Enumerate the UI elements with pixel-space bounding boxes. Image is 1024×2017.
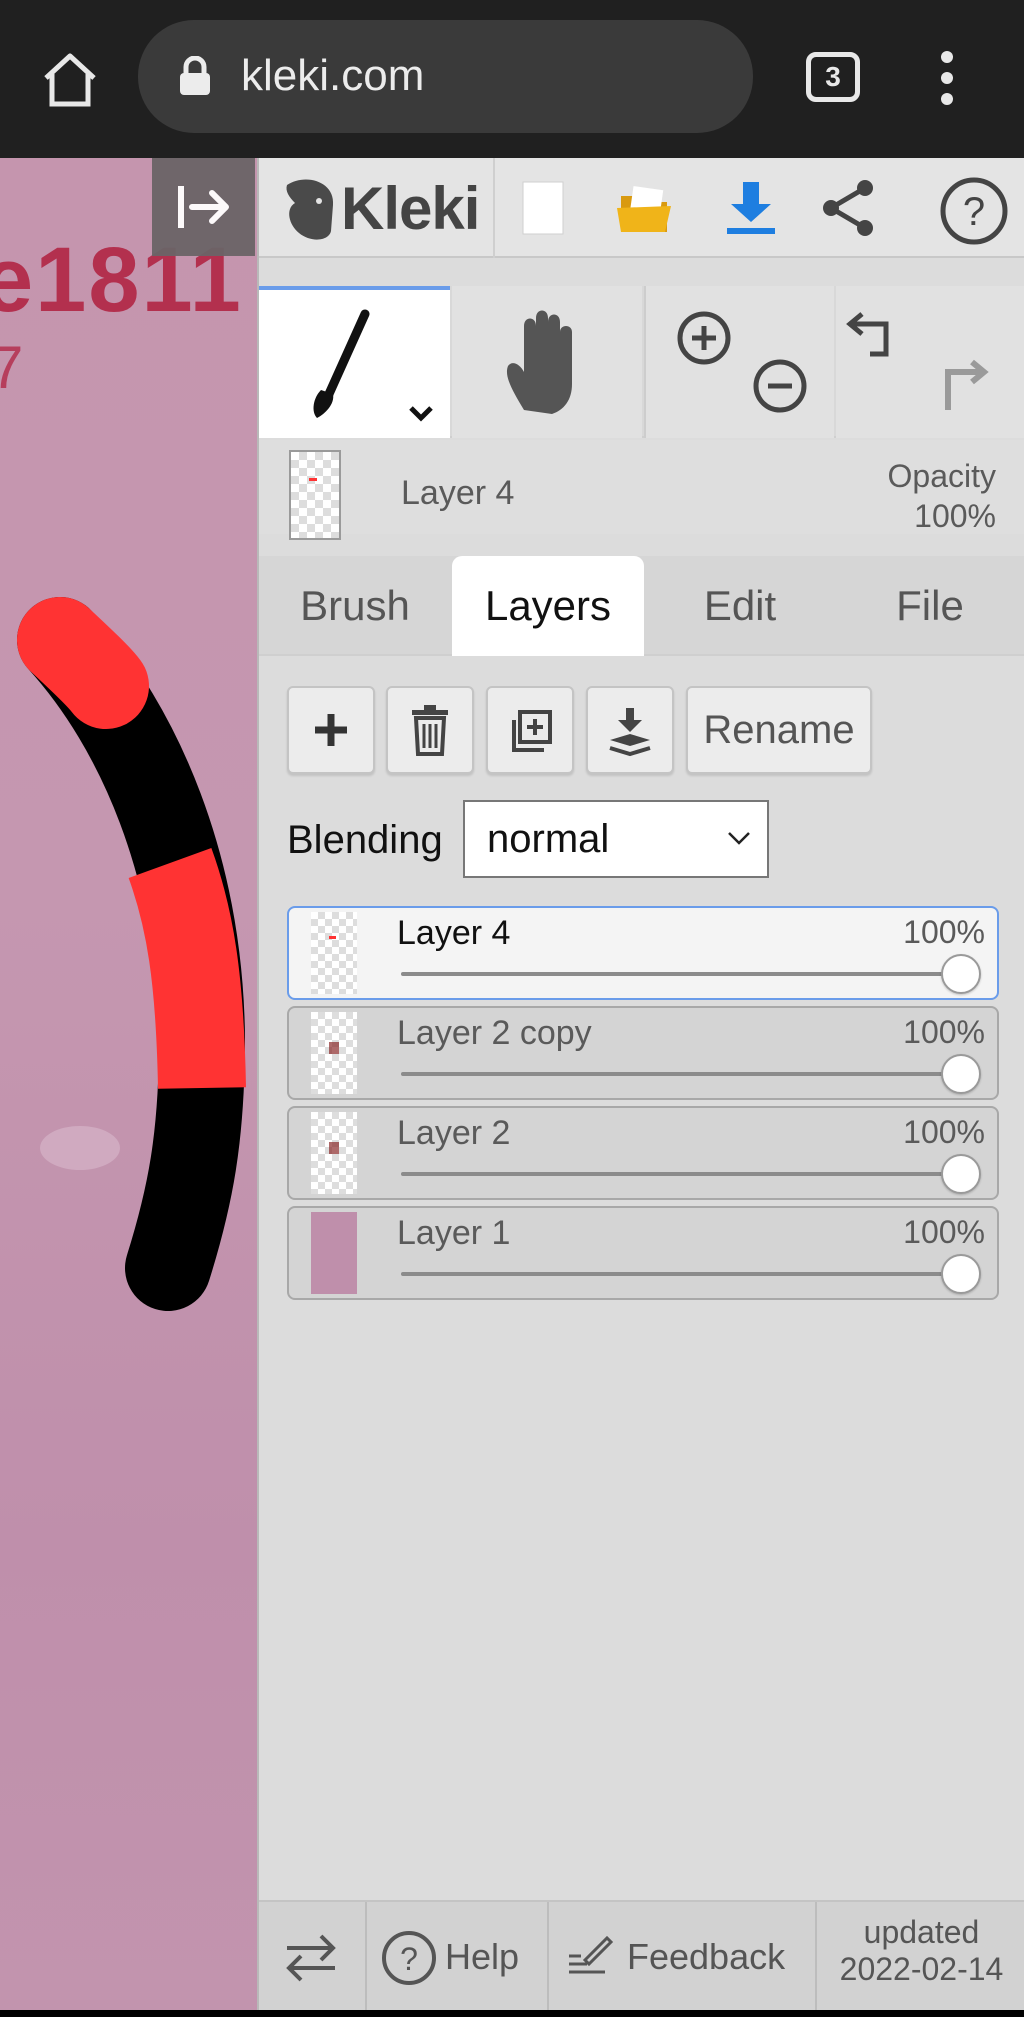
layer-thumbnail — [311, 912, 357, 994]
trash-icon — [412, 705, 448, 756]
layer-thumbnail — [311, 1212, 357, 1294]
arrow-right-bar-icon — [178, 186, 229, 228]
redo-icon — [945, 359, 989, 410]
download-icon[interactable] — [719, 176, 783, 240]
layer-row[interactable]: Layer 2 100% — [287, 1106, 999, 1200]
opacity-slider-handle[interactable] — [941, 954, 981, 994]
zoom-controls — [644, 286, 834, 438]
zoom-in-icon — [677, 311, 731, 365]
help-circle-icon: ? — [382, 1931, 436, 1985]
brush-stroke — [17, 597, 246, 1311]
paintbrush-icon — [313, 309, 433, 422]
layer-name: Layer 2 — [397, 1114, 511, 1152]
blending-select[interactable]: normal — [463, 800, 769, 878]
divider — [493, 158, 495, 258]
tool-panel: Kleki ? Layer 4 Opacity 100% Brush Layer… — [257, 158, 1024, 2012]
share-icon[interactable] — [817, 176, 881, 240]
add-layer-button[interactable] — [287, 686, 375, 774]
pen-lines-icon — [569, 1935, 614, 1974]
kleki-logo-icon — [286, 179, 334, 240]
opacity-value: 100% — [914, 498, 996, 534]
layer-name: Layer 1 — [397, 1214, 511, 1252]
help-circle-icon[interactable]: ? — [939, 176, 1008, 245]
plus-icon — [315, 714, 347, 746]
browser-toolbar: kleki.com 3 — [0, 0, 1024, 158]
opacity-slider-track[interactable] — [401, 972, 961, 976]
hand-icon — [506, 310, 572, 414]
svg-text:?: ? — [963, 190, 985, 234]
new-image-icon[interactable] — [511, 176, 575, 240]
tab-edit[interactable]: Edit — [644, 556, 836, 656]
merge-down-button[interactable] — [586, 686, 674, 774]
tab-layers[interactable]: Layers — [452, 556, 644, 656]
open-folder-icon[interactable] — [613, 176, 677, 240]
opacity-label: Opacity — [887, 458, 996, 494]
svg-text:?: ? — [400, 1941, 418, 1977]
updated-date: 2022-02-14 — [839, 1951, 1004, 1987]
chevron-down-icon — [728, 832, 750, 845]
layer-thumbnail — [311, 1112, 357, 1194]
duplicate-layer-button[interactable] — [486, 686, 574, 774]
opacity-slider-track[interactable] — [401, 1072, 961, 1076]
merge-layers-icon — [609, 708, 651, 757]
layer-name: Layer 4 — [397, 914, 511, 952]
hand-tool-button[interactable] — [452, 286, 642, 438]
layer-opacity: 100% — [903, 1014, 985, 1050]
opacity-slider-track[interactable] — [401, 1172, 961, 1176]
current-layer-thumbnail — [289, 450, 341, 540]
system-nav-bar — [0, 2010, 1024, 2017]
undo-icon — [846, 312, 889, 357]
updated-info: updated 2022-02-14 — [817, 1902, 1024, 2012]
brush-tool-button[interactable] — [259, 286, 450, 438]
panel-tabs: Brush Layers Edit File — [259, 556, 1024, 656]
current-layer-name: Layer 4 — [401, 474, 515, 512]
layer-opacity: 100% — [903, 1114, 985, 1150]
zoom-out-icon — [753, 359, 807, 413]
url-text: kleki.com — [241, 51, 425, 100]
kleki-logo[interactable]: Kleki — [281, 170, 480, 246]
help-label: Help — [445, 1936, 520, 1977]
swap-side-button[interactable] — [259, 1902, 365, 2012]
drawing-canvas[interactable]: e1811 7 — [0, 158, 257, 2010]
help-button[interactable]: ? Help — [367, 1902, 547, 2012]
opacity-slider-track[interactable] — [401, 1272, 961, 1276]
tab-brush[interactable]: Brush — [259, 556, 451, 656]
current-layer-info: Layer 4 Opacity 100% — [259, 440, 1024, 540]
collapse-panel-button[interactable] — [152, 158, 255, 256]
delete-layer-button[interactable] — [386, 686, 474, 774]
rename-layer-button[interactable]: Rename — [686, 686, 872, 774]
home-icon[interactable] — [38, 48, 102, 112]
more-menu-icon[interactable] — [930, 48, 964, 108]
tool-selector — [259, 286, 1024, 438]
footer-bar: ? Help Feedback updated 2022-02-14 — [259, 1900, 1024, 2012]
blending-label: Blending — [287, 818, 443, 862]
duplicate-icon — [512, 710, 552, 752]
feedback-button[interactable]: Feedback — [549, 1902, 815, 2012]
layer-opacity: 100% — [903, 914, 985, 950]
swap-arrows-icon — [286, 1934, 336, 1982]
layer-opacity: 100% — [903, 1214, 985, 1250]
updated-label: updated — [863, 1914, 980, 1950]
app-toolbar: Kleki ? — [259, 158, 1024, 258]
address-bar[interactable]: kleki.com — [138, 20, 753, 133]
opacity-slider-handle[interactable] — [941, 1254, 981, 1294]
layer-row[interactable]: Layer 4 100% — [287, 906, 999, 1000]
opacity-slider-handle[interactable] — [941, 1154, 981, 1194]
tab-file[interactable]: File — [834, 556, 1024, 656]
layer-thumbnail — [311, 1012, 357, 1094]
layer-row[interactable]: Layer 2 copy 100% — [287, 1006, 999, 1100]
feedback-label: Feedback — [627, 1936, 786, 1977]
logo-text: Kleki — [341, 174, 480, 242]
blending-value: normal — [487, 817, 610, 861]
layer-row[interactable]: Layer 1 100% — [287, 1206, 999, 1300]
layer-name: Layer 2 copy — [397, 1014, 592, 1052]
lock-icon — [178, 55, 212, 96]
undo-redo-controls — [836, 286, 1024, 438]
tab-switcher-button[interactable]: 3 — [806, 52, 860, 102]
opacity-slider-handle[interactable] — [941, 1054, 981, 1094]
